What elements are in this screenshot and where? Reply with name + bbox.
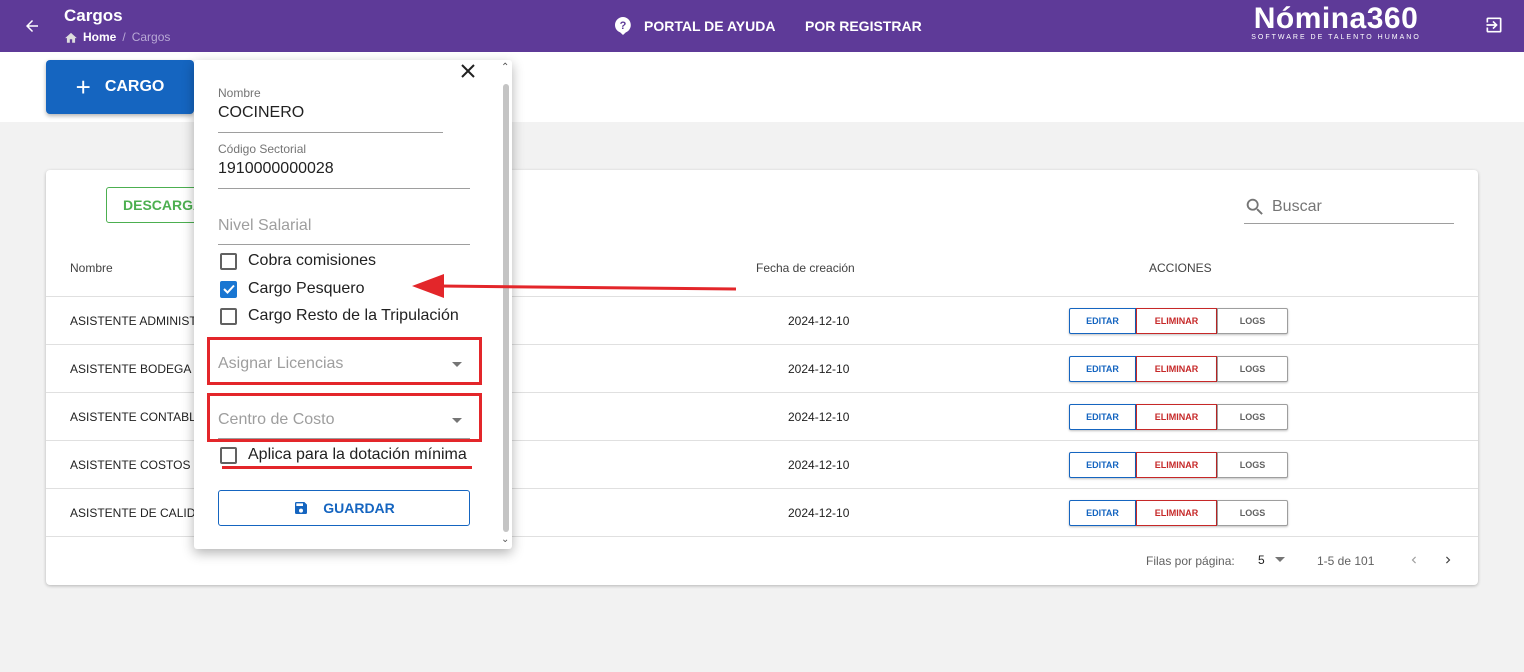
cobra-comisiones-label: Cobra comisiones (248, 252, 377, 269)
dialog-scrollbar[interactable]: ⌃ ⌄ (498, 60, 512, 549)
row-actions: EDITAR ELIMINAR LOGS (1069, 356, 1288, 382)
home-icon (65, 32, 77, 43)
help-portal-link[interactable]: ? PORTAL DE AYUDA (614, 16, 775, 36)
add-cargo-label: CARGO (104, 78, 165, 95)
edit-button[interactable]: EDITAR (1069, 356, 1136, 382)
cargo-pesquero-label: Cargo Pesquero (248, 280, 365, 297)
brand-tagline: SOFTWARE DE TALENTO HUMANO (1251, 34, 1421, 41)
chevron-left-icon[interactable] (1402, 548, 1426, 572)
edit-cargo-dialog: ⌃ ⌄ Nombre COCINERO Código Sectorial 191… (194, 60, 512, 549)
annotation-arrow-icon (412, 274, 737, 298)
scroll-up-icon[interactable]: ⌃ (501, 62, 509, 73)
row-date: 2024-12-10 (788, 362, 850, 376)
row-name: ASISTENTE DE CALID (70, 506, 196, 520)
save-button[interactable]: GUARDAR (218, 490, 470, 526)
row-actions: EDITAR ELIMINAR LOGS (1069, 404, 1288, 430)
row-date: 2024-12-10 (788, 314, 850, 328)
search-placeholder: Buscar (1272, 197, 1322, 215)
help-bubble-icon: ? (615, 17, 631, 35)
codigo-sectorial-label: Código Sectorial (218, 142, 307, 156)
plus-icon: + (75, 72, 91, 102)
brand-name: Nómina360 (1253, 2, 1419, 35)
delete-button[interactable]: ELIMINAR (1136, 404, 1217, 430)
breadcrumb-home[interactable]: Home (64, 30, 116, 44)
brand-logo: Nómina360 SOFTWARE DE TALENTO HUMANO (1246, 2, 1426, 42)
nombre-underline (218, 132, 443, 133)
row-actions: EDITAR ELIMINAR LOGS (1069, 308, 1288, 334)
rows-per-page-label: Filas por página: (1146, 554, 1235, 568)
row-name: ASISTENTE ADMINIST (70, 314, 197, 328)
cobra-comisiones-checkbox[interactable]: Cobra comisiones (220, 252, 376, 270)
back-arrow-icon[interactable] (18, 12, 46, 40)
row-name: ASISTENTE BODEGA (70, 362, 192, 376)
logs-button[interactable]: LOGS (1217, 356, 1288, 382)
search-field[interactable]: Buscar (1244, 190, 1454, 224)
breadcrumb-separator: / (122, 30, 126, 44)
floppy-disk-icon (295, 502, 308, 514)
edit-button[interactable]: EDITAR (1069, 404, 1136, 430)
codigo-sectorial-field[interactable]: Código Sectorial 1910000000028 (218, 142, 334, 178)
help-portal-label: PORTAL DE AYUDA (644, 18, 776, 34)
dotacion-minima-label: Aplica para la dotación mínima (248, 446, 467, 463)
logs-button[interactable]: LOGS (1217, 452, 1288, 478)
page-title: Cargos (64, 6, 123, 25)
breadcrumb: Home / Cargos (64, 30, 170, 44)
top-app-bar: Cargos Home / Cargos ? PORTAL DE AYUDA P… (0, 0, 1524, 52)
scroll-down-icon[interactable]: ⌄ (501, 534, 509, 545)
pending-register-link[interactable]: POR REGISTRAR (805, 18, 922, 34)
delete-button[interactable]: ELIMINAR (1136, 500, 1217, 526)
save-label: GUARDAR (323, 500, 395, 516)
resto-tripulacion-label: Cargo Resto de la Tripulación (248, 307, 459, 324)
nombre-label: Nombre (218, 86, 261, 100)
breadcrumb-home-label: Home (83, 30, 117, 44)
scroll-thumb[interactable] (503, 84, 509, 532)
logs-button[interactable]: LOGS (1217, 308, 1288, 334)
close-icon[interactable] (458, 61, 478, 81)
nombre-field[interactable]: Nombre COCINERO (218, 86, 304, 122)
annotation-highlight-centro-costo (207, 393, 482, 442)
nivel-salarial-field[interactable]: Nivel Salarial (218, 217, 311, 235)
row-name: ASISTENTE CONTABL (70, 410, 196, 424)
add-cargo-button[interactable]: + CARGO (46, 60, 194, 114)
annotation-underline-dotacion (222, 466, 472, 469)
column-header-fecha[interactable]: Fecha de creación (756, 261, 855, 275)
codigo-sectorial-value: 1910000000028 (218, 160, 334, 177)
logout-icon[interactable] (1482, 13, 1506, 37)
row-date: 2024-12-10 (788, 458, 850, 472)
column-header-nombre[interactable]: Nombre (70, 261, 113, 275)
chevron-right-icon[interactable] (1436, 548, 1460, 572)
nombre-value: COCINERO (218, 104, 305, 121)
checkbox-icon (220, 252, 237, 270)
codigo-underline (218, 188, 470, 189)
pagination-range: 1-5 de 101 (1317, 554, 1375, 568)
row-actions: EDITAR ELIMINAR LOGS (1069, 452, 1288, 478)
search-icon (1246, 198, 1263, 215)
dropdown-arrow-icon (1274, 557, 1285, 562)
rows-per-page-select[interactable]: 5 (1258, 553, 1285, 567)
checkbox-icon (220, 446, 237, 464)
edit-button[interactable]: EDITAR (1069, 452, 1136, 478)
delete-button[interactable]: ELIMINAR (1136, 308, 1217, 334)
resto-tripulacion-checkbox[interactable]: Cargo Resto de la Tripulación (220, 307, 459, 325)
delete-button[interactable]: ELIMINAR (1136, 452, 1217, 478)
rows-per-page-value: 5 (1258, 553, 1265, 567)
cargo-pesquero-checkbox[interactable]: Cargo Pesquero (220, 280, 365, 298)
svg-text:?: ? (620, 20, 627, 32)
nivel-underline (218, 244, 470, 245)
edit-button[interactable]: EDITAR (1069, 500, 1136, 526)
edit-button[interactable]: EDITAR (1069, 308, 1136, 334)
checkbox-checked-icon (220, 280, 237, 298)
breadcrumb-current: Cargos (131, 30, 171, 44)
annotation-highlight-licencias (207, 337, 482, 385)
row-actions: EDITAR ELIMINAR LOGS (1069, 500, 1288, 526)
logs-button[interactable]: LOGS (1217, 500, 1288, 526)
row-date: 2024-12-10 (788, 506, 850, 520)
row-name: ASISTENTE COSTOS (70, 458, 191, 472)
logs-button[interactable]: LOGS (1217, 404, 1288, 430)
row-date: 2024-12-10 (788, 410, 850, 424)
dotacion-minima-checkbox[interactable]: Aplica para la dotación mínima (220, 446, 467, 464)
checkbox-icon (220, 307, 237, 325)
delete-button[interactable]: ELIMINAR (1136, 356, 1217, 382)
column-header-acciones: ACCIONES (1149, 261, 1212, 275)
